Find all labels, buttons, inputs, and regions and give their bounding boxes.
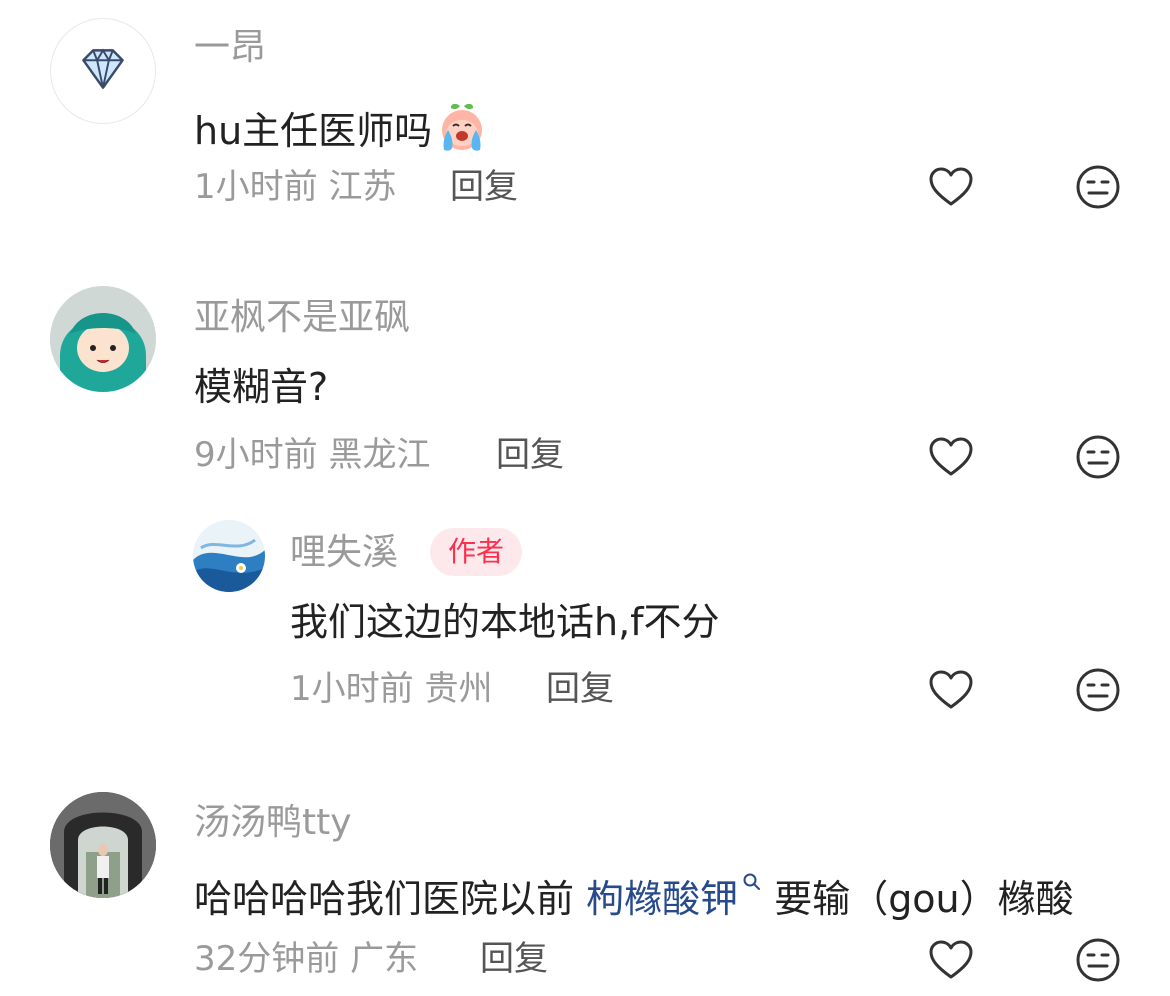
heart-outline-icon <box>929 940 973 979</box>
comment-meta: 1小时前 江苏 <box>194 170 396 204</box>
dislike-button[interactable] <box>1074 433 1122 481</box>
search-link[interactable]: 枸橼酸钾 <box>586 873 762 921</box>
comment-location: 贵州 <box>424 669 493 709</box>
heart-outline-icon <box>929 437 973 476</box>
reply-button[interactable]: 回复 <box>450 170 518 204</box>
username[interactable]: 亚枫不是亚砜 <box>194 300 410 336</box>
heart-outline-icon <box>929 670 973 709</box>
comment-meta: 32分钟前 广东 <box>194 942 418 976</box>
avatar-image <box>193 520 265 592</box>
comment-meta: 9小时前 黑龙江 <box>194 438 430 472</box>
username[interactable]: 哩失溪 <box>290 535 398 571</box>
comment-text: 哈哈哈哈我们医院以前 枸橼酸钾 要输（gou）橼酸 <box>194 872 1074 918</box>
comment-text-body: 哈哈哈哈我们医院以前 <box>194 877 587 921</box>
avatar[interactable] <box>50 18 156 124</box>
neutral-face-icon <box>1076 165 1120 209</box>
username[interactable]: 一昂 <box>194 30 266 66</box>
avatar[interactable] <box>50 792 156 898</box>
search-icon <box>743 873 761 890</box>
comment-text-body: 要输（gou）橼酸 <box>762 877 1074 921</box>
comment-text: hu主任医师吗 <box>194 100 490 156</box>
comment-text: 模糊音? <box>194 365 329 409</box>
dislike-button[interactable] <box>1074 666 1122 714</box>
heart-outline-icon <box>929 167 973 206</box>
neutral-face-icon <box>1076 938 1120 982</box>
username[interactable]: 汤汤鸭tty <box>194 805 352 841</box>
comment-time: 1小时前 <box>290 669 414 709</box>
comment-meta: 1小时前 贵州 <box>290 672 492 706</box>
reply-button[interactable]: 回复 <box>496 438 564 472</box>
avatar-image <box>50 792 156 898</box>
comment-location: 江苏 <box>328 167 397 207</box>
diamond-icon <box>82 48 124 89</box>
comment-location: 广东 <box>350 939 419 979</box>
avatar[interactable] <box>193 520 265 592</box>
neutral-face-icon <box>1076 668 1120 712</box>
dislike-button[interactable] <box>1074 163 1122 211</box>
dislike-button[interactable] <box>1074 936 1122 984</box>
search-link-label[interactable]: 枸橼酸钾 <box>586 877 738 921</box>
crying-peach-emoji <box>442 103 483 151</box>
author-badge: 作者 <box>430 528 523 576</box>
like-button[interactable] <box>927 666 975 714</box>
comment-time: 9小时前 <box>194 435 318 475</box>
avatar[interactable] <box>50 286 156 392</box>
like-button[interactable] <box>927 936 975 984</box>
comment-time: 32分钟前 <box>194 939 340 979</box>
comment-time: 1小时前 <box>194 167 318 207</box>
like-button[interactable] <box>927 433 975 481</box>
avatar-image <box>50 286 156 392</box>
comment-location: 黑龙江 <box>328 435 431 475</box>
comment-text: 我们这边的本地话h,f不分 <box>290 600 720 644</box>
reply-button[interactable]: 回复 <box>480 942 548 976</box>
neutral-face-icon <box>1076 435 1120 479</box>
comment-text-body: hu主任医师吗 <box>194 109 433 153</box>
like-button[interactable] <box>927 163 975 211</box>
reply-button[interactable]: 回复 <box>546 672 614 706</box>
